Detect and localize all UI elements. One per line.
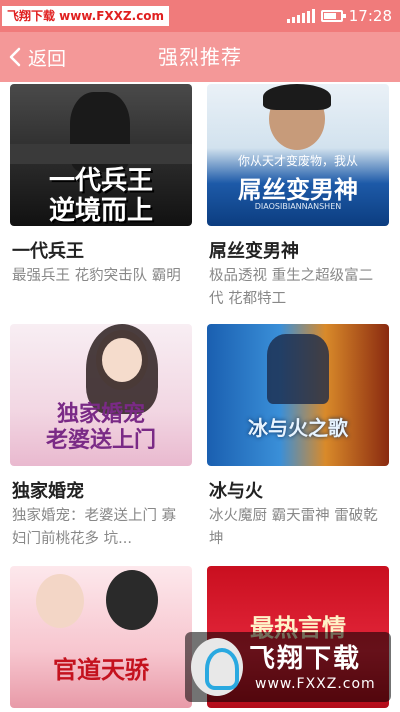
book-title: 冰与火 — [209, 481, 263, 502]
signal-icon — [286, 9, 315, 23]
cover-title: 一代兵王 逆境而上 — [48, 166, 153, 226]
book-cover[interactable]: 你从天才变废物，我从 屌丝变男神 DIAOSIBIANNANSHEN — [207, 84, 389, 226]
status-icons: 17:28 — [286, 0, 392, 32]
book-title: 屌丝变男神 — [209, 241, 299, 262]
status-bar: 飞翔下载 www.FXXZ.com 17:28 — [0, 0, 400, 32]
cover-title: 独家婚宠 老婆送上门 — [45, 402, 156, 453]
watermark-overlay: 飞翔下载 www.FXXZ.com — [185, 632, 391, 702]
app-logo-icon — [191, 638, 243, 696]
page-title: 强烈推荐 — [158, 45, 242, 69]
book-tags: 极品透视 重生之超级富二代 花都特工 — [209, 268, 374, 307]
book-card[interactable]: 冰与火之歌 冰与火 冰火魔厨 霸天雷神 雷破乾坤 — [207, 324, 391, 554]
book-card[interactable]: 一代兵王 逆境而上 一代兵王 最强兵王 花豹突击队 霸明 — [10, 84, 194, 314]
cover-title: 屌丝变男神 — [238, 176, 358, 204]
book-card[interactable]: 独家婚宠 老婆送上门 独家婚宠 独家婚宠：老婆送上门 寡妇门前桃花多 坑... — [10, 324, 194, 554]
book-cover[interactable]: 一代兵王 逆境而上 — [10, 84, 192, 226]
cover-title: 冰与火之歌 — [248, 416, 348, 440]
cover-subtitle: DIAOSIBIANNANSHEN — [254, 202, 342, 211]
book-card[interactable]: 你从天才变废物，我从 屌丝变男神 DIAOSIBIANNANSHEN 屌丝变男神… — [207, 84, 391, 314]
watermark-name: 飞翔下载 — [249, 644, 362, 674]
book-tags: 最强兵王 花豹突击队 霸明 — [12, 268, 181, 284]
book-title: 独家婚宠 — [12, 481, 84, 502]
app-header: 返回 强烈推荐 — [0, 32, 400, 82]
book-cover[interactable]: 独家婚宠 老婆送上门 — [10, 324, 192, 466]
watermark-url: www.FXXZ.com — [255, 676, 376, 692]
clock: 17:28 — [348, 7, 392, 25]
battery-icon — [320, 10, 346, 22]
book-card[interactable]: 官道天骄 — [10, 566, 194, 712]
cover-caption: 你从天才变废物，我从 — [237, 154, 358, 168]
book-cover[interactable]: 冰与火之歌 — [207, 324, 389, 466]
book-tags: 冰火魔厨 霸天雷神 雷破乾坤 — [209, 508, 378, 547]
book-cover[interactable]: 官道天骄 — [10, 566, 192, 708]
book-title: 一代兵王 — [12, 241, 84, 262]
book-grid: 一代兵王 逆境而上 一代兵王 最强兵王 花豹突击队 霸明 你从天才变废物，我从 屌… — [0, 82, 400, 712]
cover-title: 官道天骄 — [53, 656, 149, 684]
book-tags: 独家婚宠：老婆送上门 寡妇门前桃花多 坑... — [12, 508, 177, 547]
watermark-top: 飞翔下载 www.FXXZ.com — [2, 6, 170, 26]
